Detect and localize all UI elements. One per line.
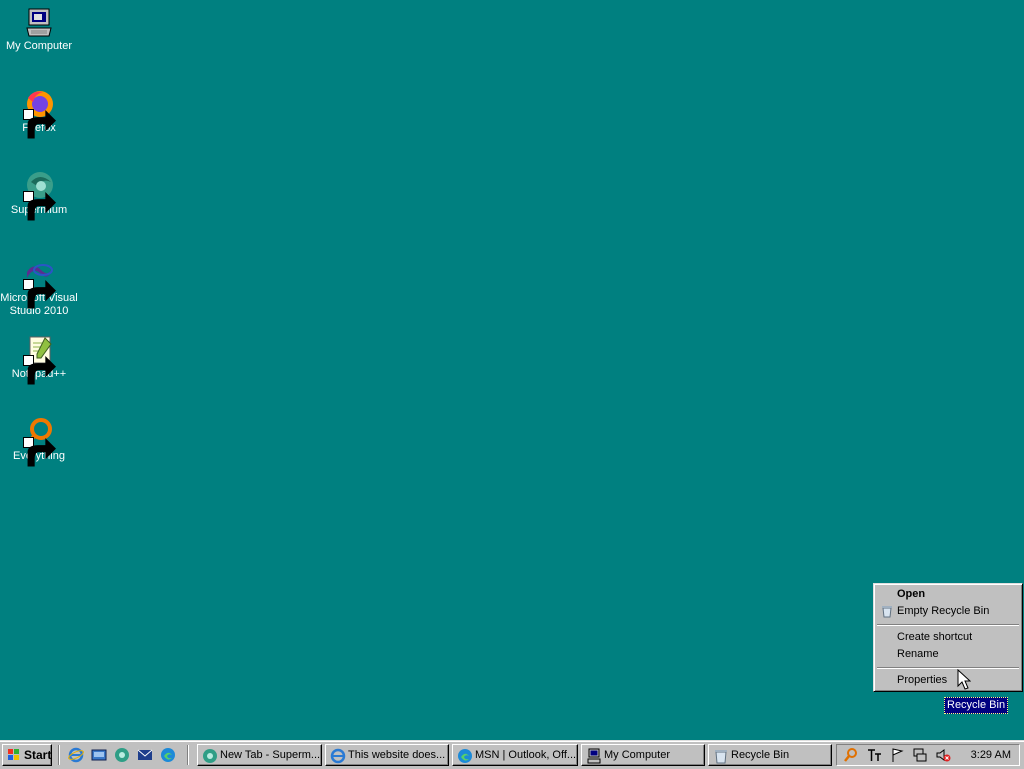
ime-icon[interactable] [866,747,882,763]
mouse-cursor-icon [957,669,971,690]
network-icon[interactable] [912,747,928,763]
volume-muted-icon[interactable] [935,747,951,763]
supermium-icon[interactable] [114,747,130,763]
my-computer-icon [23,6,55,38]
taskbar: Start New Tab - Superm... This website d… [0,740,1024,769]
recycle-bin-icon [713,748,729,764]
visual-studio-icon [23,258,56,309]
desktop-icon-supermium[interactable]: Supermium [0,170,78,221]
toolbar-grip[interactable] [187,745,189,765]
desktop-icon-firefox[interactable]: Firefox [0,88,78,139]
taskbar-button-label: MSN | Outlook, Off... [475,749,577,761]
internet-explorer-icon [330,748,346,764]
shortcut-arrow-icon [23,437,56,467]
recycle-bin-icon [881,605,893,618]
taskbar-button-internet-explorer[interactable]: This website does... [325,744,449,766]
supermium-icon [202,748,218,764]
notepadpp-icon [23,334,56,385]
shortcut-arrow-icon [23,279,56,309]
taskbar-button-recycle-bin[interactable]: Recycle Bin [708,744,832,766]
context-menu: Open Empty Recycle Bin Create shortcut R… [873,583,1023,692]
start-button[interactable]: Start [2,744,52,766]
toolbar-grip[interactable] [58,745,60,765]
shortcut-arrow-icon [23,355,56,385]
taskbar-button-label: My Computer [604,749,671,761]
outlook-icon[interactable] [137,747,153,763]
windows-logo-icon [7,748,21,762]
taskbar-button-supermium[interactable]: New Tab - Superm... [197,744,322,766]
search-icon[interactable] [843,747,859,763]
menu-item-empty-recycle-bin[interactable]: Empty Recycle Bin [876,603,1020,620]
desktop-icon-notepadpp[interactable]: Notepad++ [0,334,78,385]
internet-explorer-icon[interactable] [68,747,84,763]
menu-separator [877,667,1019,669]
taskbar-button-msn[interactable]: MSN | Outlook, Off... [452,744,578,766]
desktop-icon-label: My Computer [5,40,73,52]
everything-icon [23,416,56,467]
taskbar-button-label: New Tab - Superm... [220,749,321,761]
menu-separator [877,624,1019,626]
start-label: Start [24,748,52,762]
show-desktop-icon[interactable] [91,747,107,763]
taskbar-button-label: This website does... [348,749,446,761]
taskbar-button-my-computer[interactable]: My Computer [581,744,705,766]
menu-item-create-shortcut[interactable]: Create shortcut [876,629,1020,646]
clock[interactable]: 3:29 AM [971,745,1011,765]
my-computer-icon [586,748,602,764]
menu-item-rename[interactable]: Rename [876,646,1020,663]
taskbar-button-label: Recycle Bin [731,749,790,761]
edge-icon[interactable] [160,747,176,763]
edge-icon [457,748,473,764]
menu-item-label: Empty Recycle Bin [897,605,990,617]
shortcut-arrow-icon [23,109,56,139]
system-tray: 3:29 AM [836,744,1020,766]
desktop-icon-visual-studio[interactable]: Microsoft Visual Studio 2010 [0,258,78,318]
desktop-icon-everything[interactable]: Everything [0,416,78,467]
flag-icon[interactable] [889,747,905,763]
menu-item-open[interactable]: Open [876,586,1020,603]
recycle-bin-icon-label[interactable]: Recycle Bin [944,697,1009,714]
menu-item-properties[interactable]: Properties [876,672,1020,689]
supermium-icon [23,170,56,221]
firefox-icon [23,88,56,139]
shortcut-arrow-icon [23,191,56,221]
desktop-icon-my-computer[interactable]: My Computer [0,6,78,53]
